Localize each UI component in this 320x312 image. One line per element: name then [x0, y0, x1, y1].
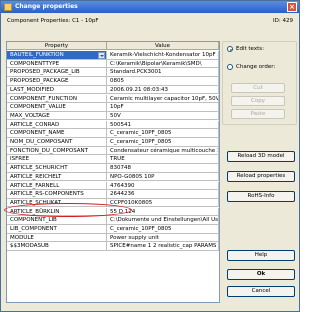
- table-row[interactable]: MODULE Power supply unit: [7, 233, 219, 243]
- value-cell[interactable]: C_ceramic_10PF_0805: [107, 225, 219, 234]
- ok-button[interactable]: Ok: [227, 269, 295, 280]
- table-row[interactable]: NOM_DU_COMPOSANT C_ceramic_10PF_0805: [7, 138, 219, 147]
- property-cell[interactable]: ARTICLE_REICHELT: [7, 172, 107, 182]
- value-cell[interactable]: 50V: [107, 111, 219, 121]
- property-cell[interactable]: MODULE: [7, 233, 107, 243]
- cancel-button[interactable]: Cancel: [227, 286, 295, 297]
- radio-dot: [227, 46, 233, 52]
- property-cell[interactable]: ARTICLE_BÜRKLIN: [7, 207, 107, 217]
- change-properties-dialog: Change properties × Component Properties…: [0, 0, 300, 312]
- value-cell[interactable]: CCPF010K0805: [107, 198, 219, 208]
- table-row[interactable]: ARTICLE_FARNELL 4764390: [7, 181, 219, 190]
- property-cell[interactable]: ARTICLE_CONRAD: [7, 120, 107, 130]
- property-cell[interactable]: BAUTEIL_FUNKTION: [7, 51, 107, 60]
- cut-button[interactable]: Cut: [231, 83, 285, 93]
- properties-grid[interactable]: Property Value BAUTEIL_FUNKTION Keramik-V…: [6, 41, 220, 303]
- property-cell[interactable]: PROPOSED_PACKAGE: [7, 77, 107, 86]
- info-bar: Component Properties: C1 - 10pF ID: 429: [7, 18, 293, 27]
- table-row[interactable]: PROPOSED_PACKAGE_LIB Standard.PCK3001: [7, 68, 219, 77]
- window-title: Change properties: [15, 3, 78, 10]
- property-cell[interactable]: NOM_DU_COMPOSANT: [7, 138, 107, 147]
- id-label: ID: 429: [273, 18, 293, 24]
- reload-properties-button[interactable]: Reload properties: [227, 171, 295, 182]
- property-cell[interactable]: ARTICLE_FARNELL: [7, 181, 107, 190]
- value-cell[interactable]: Power supply unit: [107, 233, 219, 243]
- property-cell[interactable]: ISFREE: [7, 155, 107, 164]
- close-button[interactable]: ×: [287, 2, 297, 12]
- property-cell[interactable]: LIB_COMPONENT: [7, 225, 107, 234]
- edit-texts-label: Edit texts:: [236, 46, 264, 52]
- table-row[interactable]: COMPONENTTYPE C:\Keramik\Bipolar\Keramik\…: [7, 59, 219, 69]
- property-cell[interactable]: ARTICLE_SCHUKAT: [7, 198, 107, 208]
- edit-texts-radio[interactable]: Edit texts:: [227, 45, 287, 53]
- value-cell[interactable]: 4764390: [107, 181, 219, 190]
- table-row[interactable]: COMPONENT_NAME C_ceramic_10PF_0805: [7, 129, 219, 138]
- property-cell[interactable]: PROPOSED_PACKAGE_LIB: [7, 68, 107, 77]
- property-cell[interactable]: LAST_MODIFIED: [7, 85, 107, 95]
- value-cell[interactable]: C:\Dokumente und Einstellungen\All Users…: [107, 216, 219, 225]
- table-row[interactable]: ARTICLE_REICHELT NPO-G0805 10P: [7, 172, 219, 182]
- value-cell[interactable]: C_ceramic_10PF_0805: [107, 129, 219, 138]
- table-row[interactable]: ISFREE TRUE: [7, 155, 219, 164]
- property-cell[interactable]: COMPONENT_NAME: [7, 129, 107, 138]
- property-cell[interactable]: MAX_VOLTAGE: [7, 111, 107, 121]
- title-bar[interactable]: Change properties ×: [1, 1, 299, 13]
- value-cell[interactable]: 2006.09.21 08:03:43: [107, 85, 219, 95]
- component-label: Component Properties: C1 - 10pF: [7, 18, 99, 24]
- reload-3d-model-button[interactable]: Reload 3D model: [227, 151, 295, 162]
- table-row[interactable]: MAX_VOLTAGE 50V: [7, 111, 219, 121]
- value-cell[interactable]: C_ceramic_10PF_0805: [107, 138, 219, 147]
- value-cell[interactable]: 55 D 124: [107, 207, 219, 217]
- radio-dot: [227, 64, 233, 70]
- table-row[interactable]: COMPONENT_FUNCTION Ceramic multilayer cap…: [7, 94, 219, 103]
- table-row[interactable]: COMPONENT_LIB C:\Dokumente und Einstellun…: [7, 216, 219, 225]
- value-cell[interactable]: Standard.PCK3001: [107, 68, 219, 77]
- value-cell[interactable]: C:\Keramik\Bipolar\Keramik\SMD\: [107, 59, 219, 69]
- change-order-radio[interactable]: Change order:: [227, 63, 287, 71]
- copy-button[interactable]: Copy: [231, 96, 285, 106]
- table-row[interactable]: LAST_MODIFIED 2006.09.21 08:03:43: [7, 85, 219, 95]
- table-row[interactable]: $$3MODASUB SPICE#name 1 2 realistic_cap P…: [7, 242, 219, 251]
- property-cell[interactable]: COMPONENTTYPE: [7, 59, 107, 69]
- value-cell[interactable]: TRUE: [107, 155, 219, 164]
- value-cell[interactable]: Condensateur céramique multicouche 10pF: [107, 146, 219, 156]
- paste-button[interactable]: Paste: [231, 109, 285, 119]
- property-cell[interactable]: COMPONENT_FUNCTION: [7, 94, 107, 103]
- value-cell[interactable]: NPO-G0805 10P: [107, 172, 219, 182]
- value-cell[interactable]: 10pF: [107, 103, 219, 112]
- table-row[interactable]: ARTICLE_BÜRKLIN 55 D 124: [7, 207, 219, 217]
- app-icon: [4, 3, 12, 11]
- change-order-label: Change order:: [236, 64, 276, 70]
- table-row[interactable]: BAUTEIL_FUNKTION Keramik-Vielschicht-Kond…: [7, 51, 219, 60]
- property-cell[interactable]: COMPONENT_VALUE: [7, 103, 107, 112]
- value-cell[interactable]: Keramik-Vielschicht-Kondensator 10pF 50V: [107, 51, 219, 60]
- property-cell[interactable]: $$3MODASUB: [7, 242, 107, 251]
- table-row[interactable]: COMPONENT_VALUE 10pF: [7, 103, 219, 112]
- table-row[interactable]: ARTICLE_SCHURICHT 830748: [7, 164, 219, 173]
- value-cell[interactable]: SPICE#name 1 2 realistic_cap PARAMS: [107, 242, 219, 251]
- table-row[interactable]: PROPOSED_PACKAGE 0805: [7, 77, 219, 86]
- value-cell[interactable]: 2644236: [107, 190, 219, 199]
- property-cell[interactable]: ARTICLE_RS-COMPONENTS: [7, 190, 107, 199]
- value-cell[interactable]: 500541: [107, 120, 219, 130]
- property-cell[interactable]: COMPONENT_LIB: [7, 216, 107, 225]
- table-row[interactable]: ARTICLE_CONRAD 500541: [7, 120, 219, 130]
- header-property[interactable]: Property: [7, 42, 107, 50]
- header-value[interactable]: Value: [107, 42, 219, 50]
- value-cell[interactable]: 830748: [107, 164, 219, 173]
- value-cell[interactable]: Ceramic multilayer capacitor 10pF, 50V: [107, 94, 219, 103]
- table-row[interactable]: ARTICLE_RS-COMPONENTS 2644236: [7, 190, 219, 199]
- property-cell[interactable]: FONCTION_DU_COMPOSANT: [7, 146, 107, 156]
- table-row[interactable]: FONCTION_DU_COMPOSANT Condensateur cérami…: [7, 146, 219, 156]
- chevron-down-icon[interactable]: [98, 51, 105, 59]
- table-row[interactable]: LIB_COMPONENT C_ceramic_10PF_0805: [7, 225, 219, 234]
- help-button[interactable]: Help: [227, 250, 295, 261]
- value-cell[interactable]: 0805: [107, 77, 219, 86]
- property-cell[interactable]: ARTICLE_SCHURICHT: [7, 164, 107, 173]
- table-row[interactable]: ARTICLE_SCHUKAT CCPF010K0805: [7, 198, 219, 208]
- rohs-info-button[interactable]: RoHS-Info: [227, 191, 295, 202]
